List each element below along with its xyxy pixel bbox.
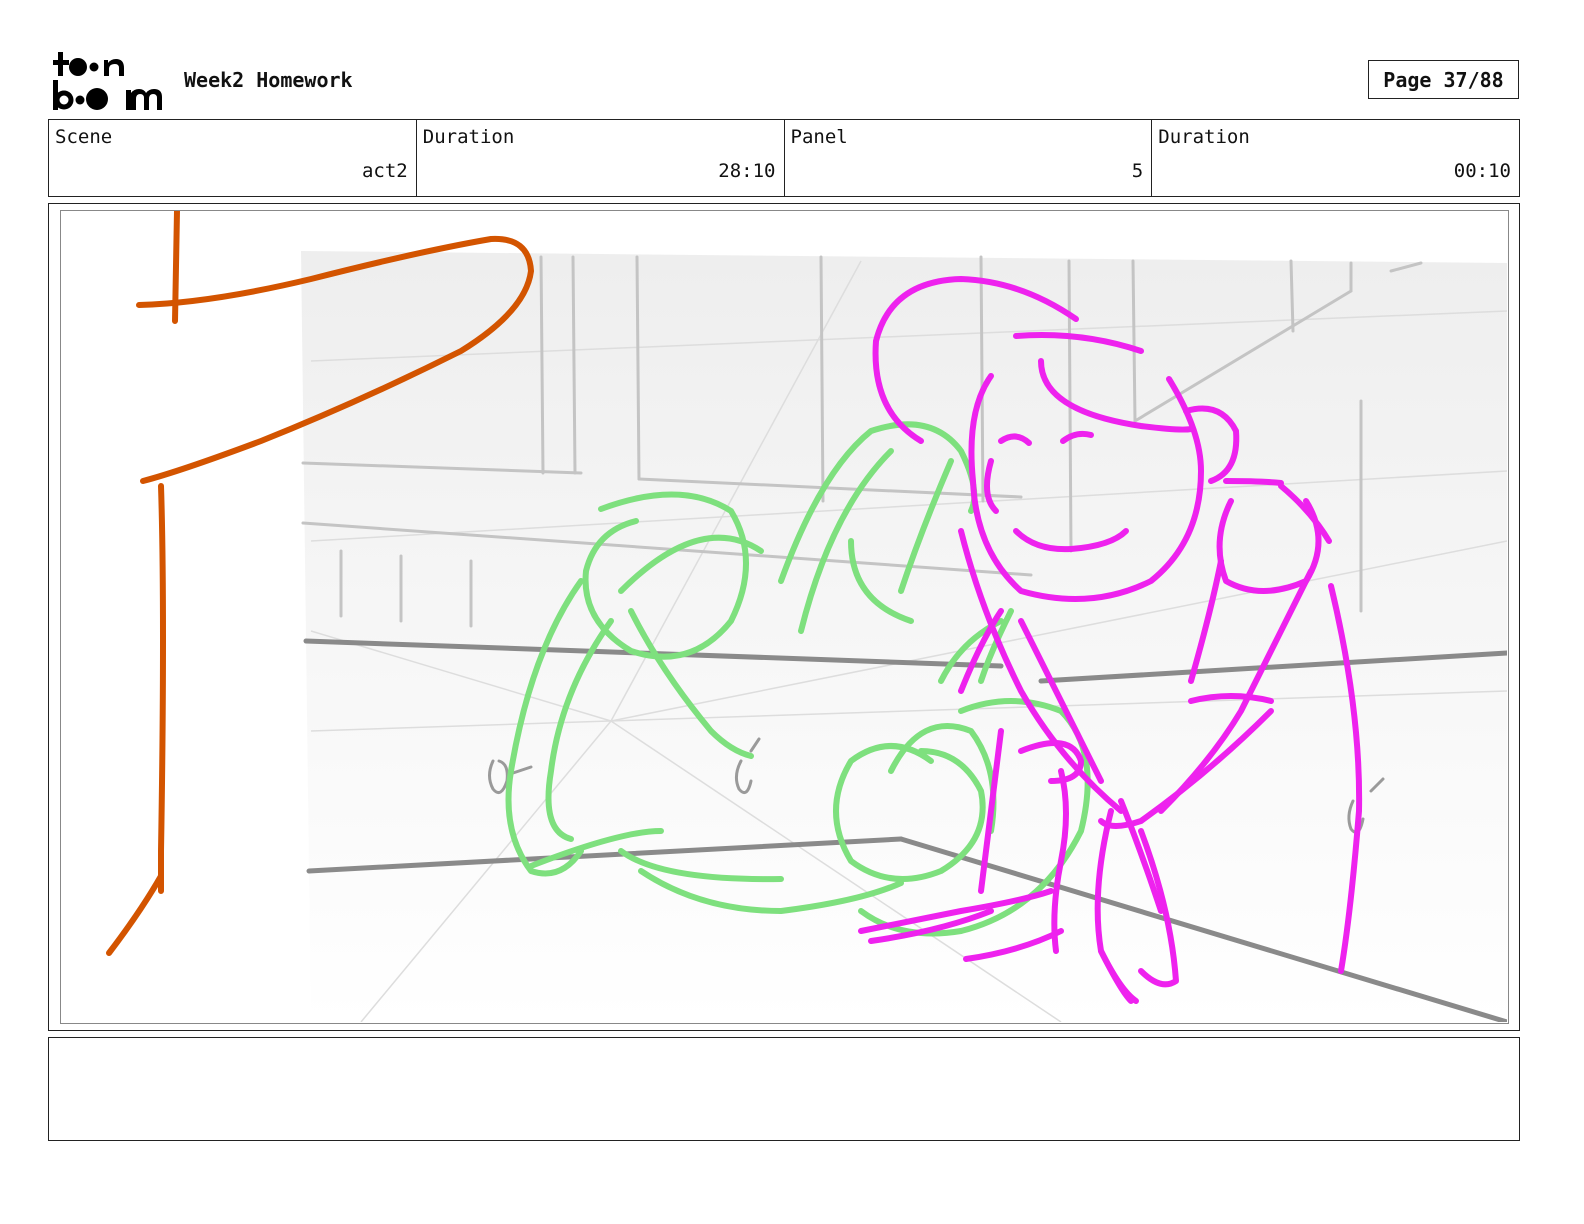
scene-duration-label: Duration: [422, 126, 515, 148]
scene-info-table: Scene act2 Duration 28:10 Panel 5 Durati…: [48, 119, 1520, 197]
panel-drawing: [106, 211, 1507, 1022]
document-title: Week2 Homework: [184, 68, 353, 92]
panel-duration-cell: Duration 00:10: [1152, 120, 1519, 196]
scene-duration-value: 28:10: [718, 160, 776, 182]
panel-notes-box: [48, 1037, 1520, 1141]
panel-label: Panel: [790, 126, 848, 148]
background-plate: [301, 251, 1507, 1022]
panel-duration-label: Duration: [1158, 126, 1250, 148]
panel-value: 5: [1131, 160, 1144, 182]
storyboard-panel-frame: [48, 203, 1520, 1031]
panel-cell: Panel 5: [785, 120, 1153, 196]
toon-boom-logo: [53, 52, 162, 110]
panel-duration-value: 00:10: [1453, 160, 1511, 182]
storyboard-panel-image: [60, 210, 1509, 1024]
scene-value: act2: [361, 160, 408, 182]
scene-label: Scene: [55, 126, 113, 148]
page-number: Page 37/88: [1368, 60, 1519, 99]
scene-duration-cell: Duration 28:10: [417, 120, 785, 196]
scene-cell: Scene act2: [49, 120, 417, 196]
